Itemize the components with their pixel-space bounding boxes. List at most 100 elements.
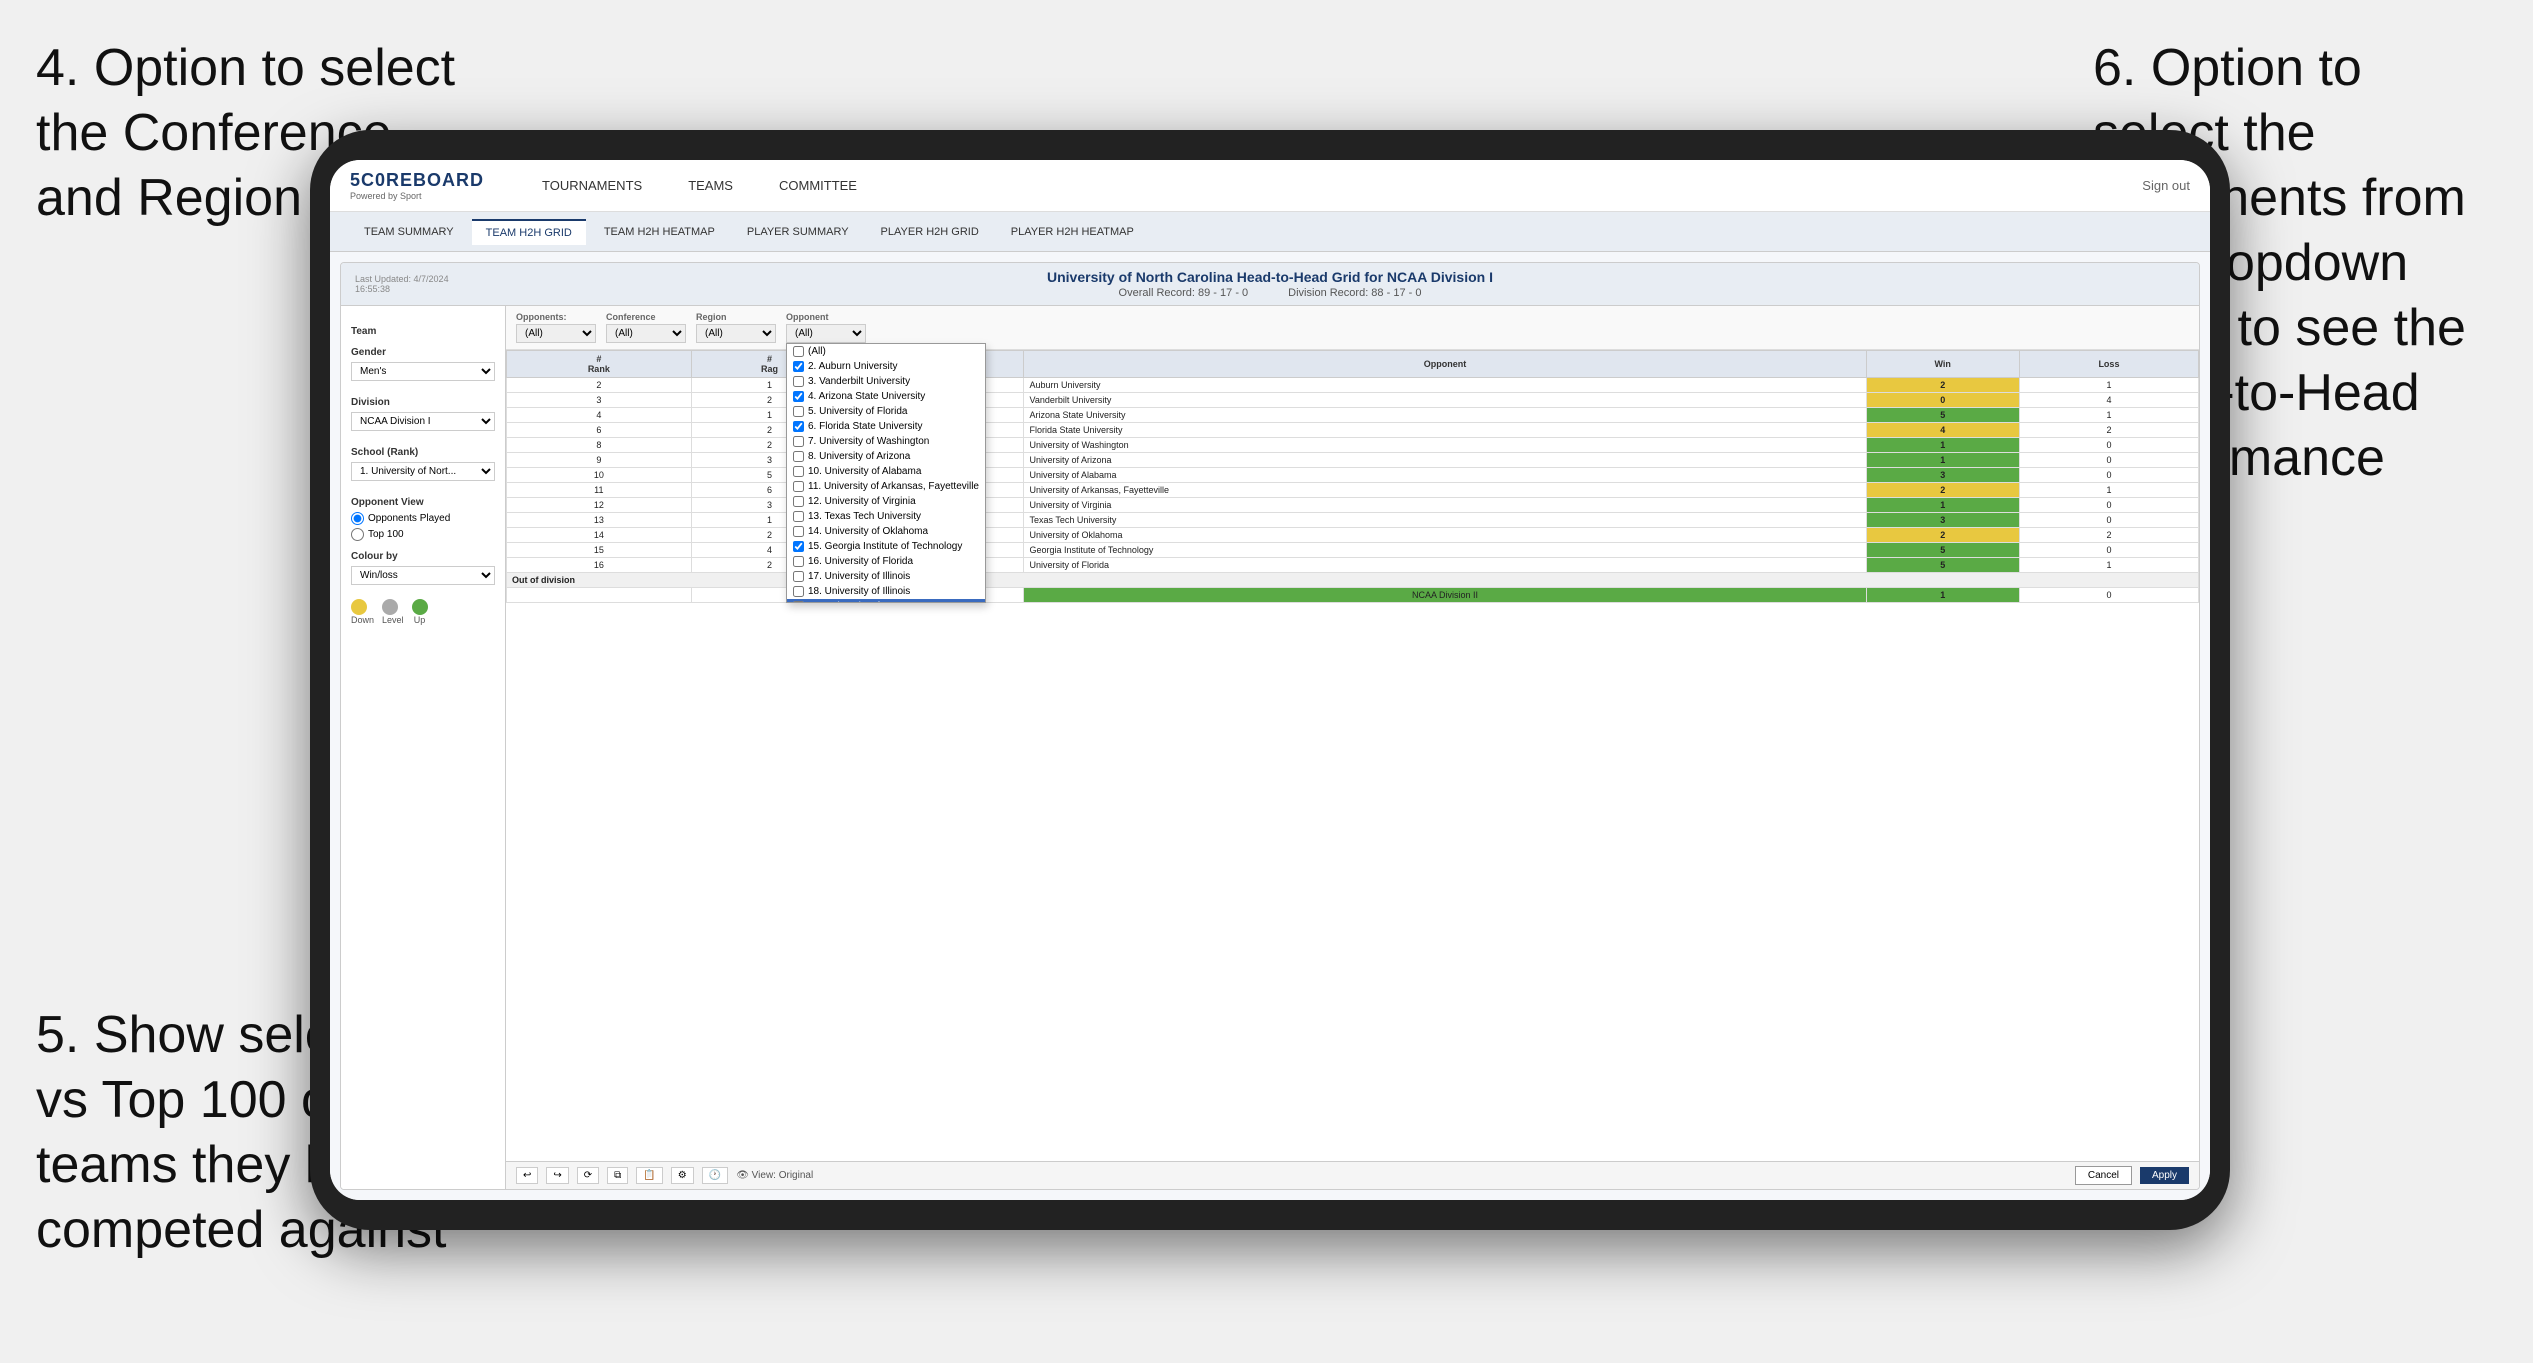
dd-item-8[interactable]: 8. University of Arizona bbox=[787, 449, 985, 464]
school-select[interactable]: 1. University of Nort... bbox=[351, 462, 495, 481]
radio-top100[interactable]: Top 100 bbox=[351, 528, 495, 541]
panel-title: University of North Carolina Head-to-Hea… bbox=[485, 269, 2055, 285]
cell-loss: 1 bbox=[2019, 408, 2198, 423]
dd-item-5[interactable]: 5. University of Florida bbox=[787, 404, 985, 419]
radio-opponents-played[interactable]: Opponents Played bbox=[351, 512, 495, 525]
cell-rank: 9 bbox=[507, 453, 692, 468]
cell-opponent: Texas Tech University bbox=[1024, 513, 1866, 528]
dd-item-10[interactable]: 10. University of Alabama bbox=[787, 464, 985, 479]
opponent-view-label: Opponent View bbox=[351, 497, 495, 508]
dd-item-17[interactable]: 17. University of Illinois bbox=[787, 569, 985, 584]
logo-sub: Powered by Sport bbox=[350, 191, 484, 201]
nav-teams[interactable]: TEAMS bbox=[680, 174, 741, 197]
nav-committee[interactable]: COMMITTEE bbox=[771, 174, 865, 197]
tab-team-h2h-heatmap[interactable]: TEAM H2H HEATMAP bbox=[590, 220, 729, 244]
dd-item-all[interactable]: (All) bbox=[787, 344, 985, 359]
tab-player-h2h-heatmap[interactable]: PLAYER H2H HEATMAP bbox=[997, 220, 1148, 244]
top-nav: 5C0REBOARD Powered by Sport TOURNAMENTS … bbox=[330, 160, 2210, 212]
division-select[interactable]: NCAA Division I bbox=[351, 412, 495, 431]
table-row: 3 2 Vanderbilt University 0 4 bbox=[507, 393, 2199, 408]
cell-loss: 1 bbox=[2019, 378, 2198, 393]
cell-rank: 4 bbox=[507, 408, 692, 423]
dd-item-18[interactable]: 18. University of Illinois bbox=[787, 584, 985, 599]
cell-rank bbox=[507, 588, 692, 603]
dd-item-14[interactable]: 14. University of Oklahoma bbox=[787, 524, 985, 539]
apply-button[interactable]: Apply bbox=[2140, 1167, 2189, 1184]
tab-team-summary[interactable]: TEAM SUMMARY bbox=[350, 220, 468, 244]
clock-button[interactable]: 🕐 bbox=[702, 1167, 728, 1184]
dd-item-4[interactable]: 4. Arizona State University bbox=[787, 389, 985, 404]
opponents-filter-select[interactable]: (All) bbox=[516, 324, 596, 343]
cell-loss: 2 bbox=[2019, 528, 2198, 543]
paste-button[interactable]: 📋 bbox=[636, 1167, 662, 1184]
opponent-dropdown-open[interactable]: (All) 2. Auburn University 3. Vanderbilt… bbox=[786, 343, 986, 603]
cell-win: 1 bbox=[1866, 588, 2019, 603]
reset-button[interactable]: ⟳ bbox=[577, 1167, 599, 1184]
region-filter-select[interactable]: (All) bbox=[696, 324, 776, 343]
dd-item-16[interactable]: 16. University of Florida bbox=[787, 554, 985, 569]
cell-loss: 0 bbox=[2019, 513, 2198, 528]
tab-player-h2h-grid[interactable]: PLAYER H2H GRID bbox=[867, 220, 993, 244]
dd-item-20[interactable]: 20. University of Texas bbox=[787, 599, 985, 603]
dd-item-13[interactable]: 13. Texas Tech University bbox=[787, 509, 985, 524]
table-row: 13 1 Texas Tech University 3 0 bbox=[507, 513, 2199, 528]
colour-select[interactable]: Win/loss bbox=[351, 566, 495, 585]
table-row: 14 2 University of Oklahoma 2 2 bbox=[507, 528, 2199, 543]
main-content: Last Updated: 4/7/2024 16:55:38 Universi… bbox=[330, 252, 2210, 1200]
dd-item-2[interactable]: 2. Auburn University bbox=[787, 359, 985, 374]
cell-loss: 1 bbox=[2019, 483, 2198, 498]
color-down bbox=[351, 599, 367, 615]
dd-item-15[interactable]: 15. Georgia Institute of Technology bbox=[787, 539, 985, 554]
dd-item-6[interactable]: 6. Florida State University bbox=[787, 419, 985, 434]
cell-opponent: University of Oklahoma bbox=[1024, 528, 1866, 543]
tab-player-summary[interactable]: PLAYER SUMMARY bbox=[733, 220, 863, 244]
secondary-nav: TEAM SUMMARY TEAM H2H GRID TEAM H2H HEAT… bbox=[330, 212, 2210, 252]
cell-loss: 0 bbox=[2019, 453, 2198, 468]
opponent-filter-label: Opponent bbox=[786, 312, 866, 322]
cell-opponent: University of Alabama bbox=[1024, 468, 1866, 483]
cell-opponent: University of Florida bbox=[1024, 558, 1866, 573]
copy-button[interactable]: ⧉ bbox=[607, 1167, 628, 1184]
cell-opponent: Auburn University bbox=[1024, 378, 1866, 393]
cell-rank: 16 bbox=[507, 558, 692, 573]
col-win: Win bbox=[1866, 351, 2019, 378]
table-row: 15 4 Georgia Institute of Technology 5 0 bbox=[507, 543, 2199, 558]
nav-signout[interactable]: Sign out bbox=[2142, 178, 2190, 193]
panel: Last Updated: 4/7/2024 16:55:38 Universi… bbox=[340, 262, 2200, 1190]
cell-opponent: Arizona State University bbox=[1024, 408, 1866, 423]
col-opponent: Opponent bbox=[1024, 351, 1866, 378]
settings-button[interactable]: ⚙ bbox=[671, 1167, 694, 1184]
cell-win: 1 bbox=[1866, 498, 2019, 513]
tab-team-h2h-grid[interactable]: TEAM H2H GRID bbox=[472, 219, 586, 245]
cell-win: 4 bbox=[1866, 423, 2019, 438]
cell-rank: 12 bbox=[507, 498, 692, 513]
cell-loss: 0 bbox=[2019, 438, 2198, 453]
cell-rank: 6 bbox=[507, 423, 692, 438]
cell-rank: 13 bbox=[507, 513, 692, 528]
table-row: 10 5 University of Alabama 3 0 bbox=[507, 468, 2199, 483]
ncaa-div2-row: NCAA Division II 1 0 bbox=[507, 588, 2199, 603]
undo-button[interactable]: ↩ bbox=[516, 1167, 538, 1184]
cell-rank: 14 bbox=[507, 528, 692, 543]
dd-item-3[interactable]: 3. Vanderbilt University bbox=[787, 374, 985, 389]
tablet-screen: 5C0REBOARD Powered by Sport TOURNAMENTS … bbox=[330, 160, 2210, 1200]
dd-item-7[interactable]: 7. University of Washington bbox=[787, 434, 985, 449]
nav-tournaments[interactable]: TOURNAMENTS bbox=[534, 174, 650, 197]
cell-win: 2 bbox=[1866, 378, 2019, 393]
cell-loss: 0 bbox=[2019, 588, 2198, 603]
dd-item-11[interactable]: 11. University of Arkansas, Fayetteville bbox=[787, 479, 985, 494]
conference-filter-select[interactable]: (All) bbox=[606, 324, 686, 343]
gender-select[interactable]: Men's bbox=[351, 362, 495, 381]
panel-toolbar: ↩ ↪ ⟳ ⧉ 📋 ⚙ 🕐 👁 View: Original Cancel Ap… bbox=[506, 1161, 2199, 1189]
dd-item-12[interactable]: 12. University of Virginia bbox=[787, 494, 985, 509]
filter-conference: Conference (All) bbox=[606, 312, 686, 343]
opponent-filter-select[interactable]: (All) bbox=[786, 324, 866, 343]
cancel-button[interactable]: Cancel bbox=[2075, 1166, 2132, 1185]
redo-button[interactable]: ↪ bbox=[546, 1167, 568, 1184]
h2h-table: #Rank #Rag #Conf Opponent Win Loss bbox=[506, 350, 2199, 603]
cell-opponent: University of Arkansas, Fayetteville bbox=[1024, 483, 1866, 498]
cell-win: 5 bbox=[1866, 543, 2019, 558]
cell-loss: 4 bbox=[2019, 393, 2198, 408]
cell-win: 5 bbox=[1866, 558, 2019, 573]
table-row: 11 6 University of Arkansas, Fayettevill… bbox=[507, 483, 2199, 498]
